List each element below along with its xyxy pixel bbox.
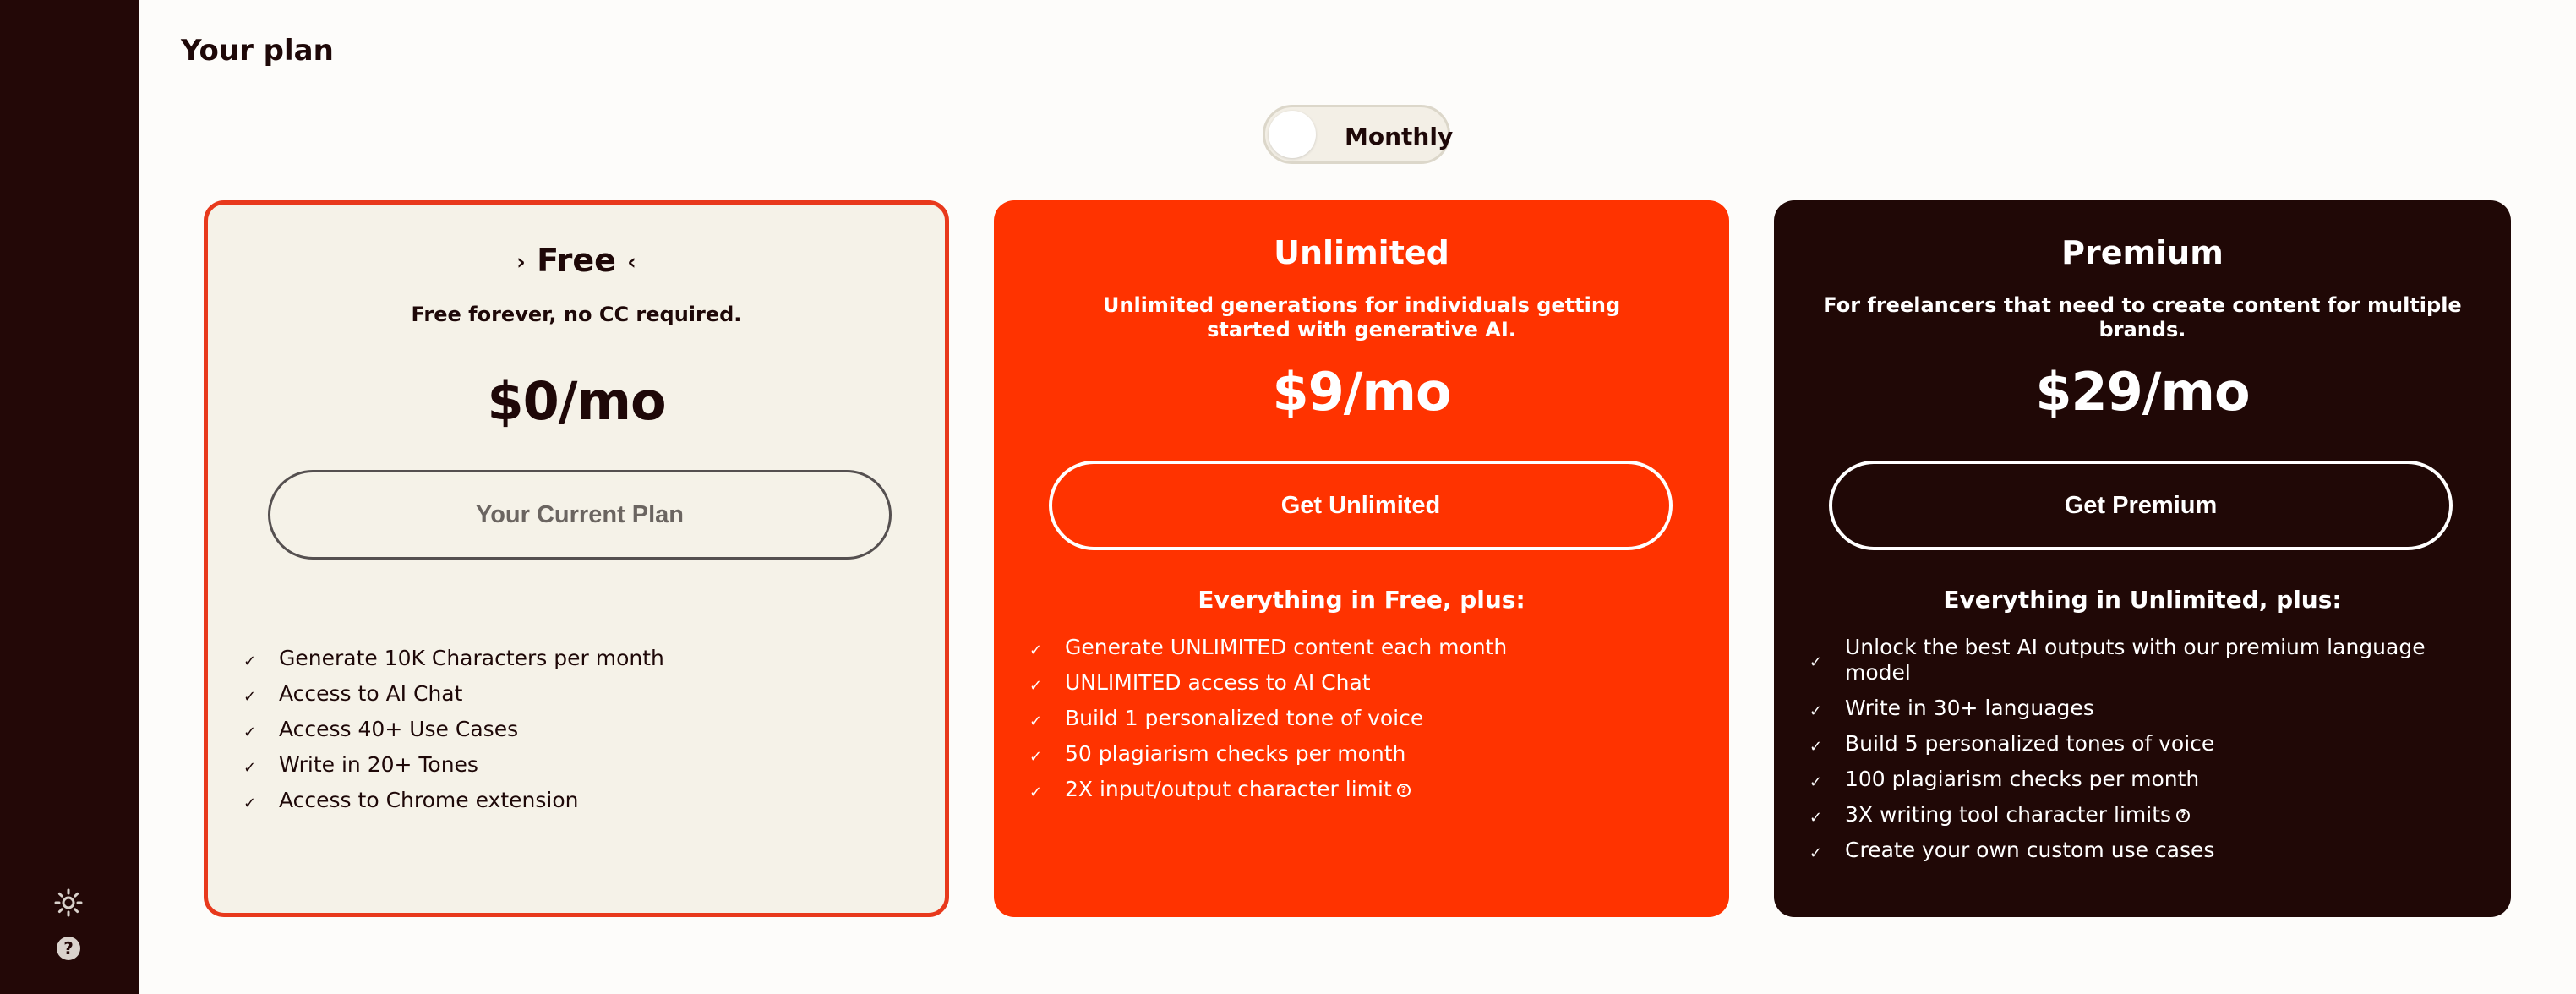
feature-item: ✓ 100 plagiarism checks per month xyxy=(1809,767,2460,792)
feature-list-premium: ✓ Unlock the best AI outputs with our pre… xyxy=(1809,635,2460,873)
check-icon: ✓ xyxy=(1809,738,1823,756)
info-icon[interactable]: ? xyxy=(1396,784,1411,797)
toggle-knob[interactable] xyxy=(1269,111,1316,158)
check-icon: ✓ xyxy=(243,653,257,670)
check-icon: ✓ xyxy=(243,759,257,777)
check-icon: ✓ xyxy=(1029,677,1043,695)
feature-item: ✓ Access to Chrome extension xyxy=(243,788,911,813)
check-icon: ✓ xyxy=(1809,702,1823,720)
check-icon: ✓ xyxy=(1809,653,1823,671)
feature-item: ✓ Access to AI Chat xyxy=(243,681,911,707)
check-icon: ✓ xyxy=(1809,844,1823,862)
check-icon: ✓ xyxy=(1809,809,1823,827)
help-icon[interactable]: ? xyxy=(52,931,85,965)
plan-price-free: $0/mo xyxy=(487,370,666,432)
get-unlimited-button[interactable]: Get Unlimited xyxy=(1049,461,1673,550)
plan-title-premium: Premium xyxy=(2061,234,2224,271)
feature-item: ✓ 2X input/output character limit? xyxy=(1029,777,1695,802)
feature-item: ✓ 3X writing tool character limits? xyxy=(1809,802,2460,827)
theme-sun-icon[interactable] xyxy=(52,886,85,920)
chevron-right-icon: › xyxy=(516,249,526,276)
plan-price-unlimited: $9/mo xyxy=(1272,361,1451,423)
sidebar: ? xyxy=(0,0,139,994)
feature-item: ✓ UNLIMITED access to AI Chat xyxy=(1029,670,1695,696)
feature-item: ✓ Generate UNLIMITED content each month xyxy=(1029,635,1695,660)
plan-card-free: › Free ‹ Free forever, no CC required. $… xyxy=(204,200,949,917)
check-icon: ✓ xyxy=(1029,748,1043,766)
current-plan-button[interactable]: Your Current Plan xyxy=(268,470,892,560)
plan-card-unlimited: Unlimited Unlimited generations for indi… xyxy=(994,200,1729,917)
feature-item: ✓ Build 5 personalized tones of voice xyxy=(1809,731,2460,756)
plan-title-free: › Free ‹ xyxy=(208,242,945,279)
feature-item: ✓ 50 plagiarism checks per month xyxy=(1029,741,1695,767)
billing-period-label: Monthly xyxy=(1345,123,1454,150)
check-icon: ✓ xyxy=(1029,713,1043,730)
feature-item: ✓ Write in 30+ languages xyxy=(1809,696,2460,721)
get-premium-button[interactable]: Get Premium xyxy=(1829,461,2453,550)
plan-title-unlimited: Unlimited xyxy=(1274,234,1449,271)
svg-text:?: ? xyxy=(63,938,74,958)
plan-price-premium: $29/mo xyxy=(2035,361,2250,423)
plan-card-premium: Premium For freelancers that need to cre… xyxy=(1774,200,2511,917)
check-icon: ✓ xyxy=(243,688,257,706)
check-icon: ✓ xyxy=(1809,773,1823,791)
plan-subtitle-unlimited: Unlimited generations for individuals ge… xyxy=(1102,293,1621,341)
plan-subtitle-premium: For freelancers that need to create cont… xyxy=(1823,293,2462,341)
feature-list-unlimited: ✓ Generate UNLIMITED content each month ✓… xyxy=(1029,635,1695,812)
chevron-left-icon: ‹ xyxy=(627,249,636,276)
feature-item: ✓ Build 1 personalized tone of voice xyxy=(1029,706,1695,731)
features-heading-premium: Everything in Unlimited, plus: xyxy=(1943,586,2342,614)
page-title: Your plan xyxy=(181,34,334,68)
plan-title-free-label: Free xyxy=(537,242,616,279)
plan-subtitle-free: Free forever, no CC required. xyxy=(411,303,742,326)
feature-item: ✓ Write in 20+ Tones xyxy=(243,752,911,778)
feature-item: ✓ Unlock the best AI outputs with our pre… xyxy=(1809,635,2426,685)
check-icon: ✓ xyxy=(1029,642,1043,659)
check-icon: ✓ xyxy=(243,795,257,812)
feature-list-free: ✓ Generate 10K Characters per month ✓ Acce… xyxy=(243,646,911,823)
check-icon: ✓ xyxy=(243,724,257,741)
feature-item: ✓ Create your own custom use cases xyxy=(1809,838,2460,863)
info-icon[interactable]: ? xyxy=(2176,809,2191,822)
features-heading-unlimited: Everything in Free, plus: xyxy=(1198,586,1525,614)
billing-period-toggle[interactable]: Monthly xyxy=(1263,105,1454,164)
feature-item: ✓ Access 40+ Use Cases xyxy=(243,717,911,742)
check-icon: ✓ xyxy=(1029,784,1043,801)
feature-item: ✓ Generate 10K Characters per month xyxy=(243,646,911,671)
